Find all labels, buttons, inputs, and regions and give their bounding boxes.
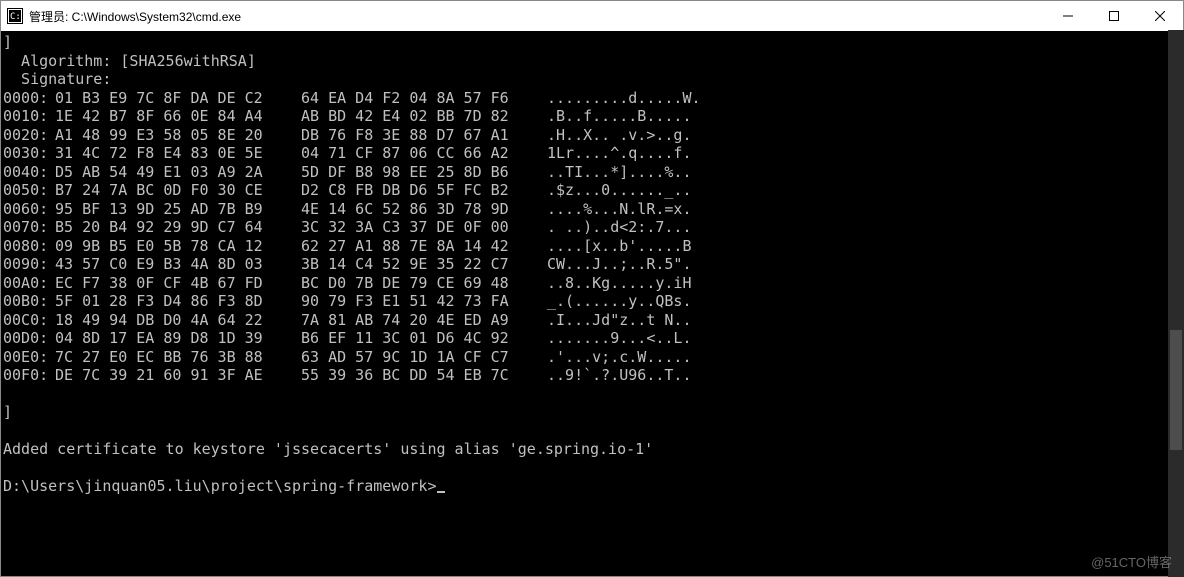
terminal-line: 0050:B7 24 7A BC 0D F0 30 CED2 C8 FB DB …: [3, 181, 1183, 200]
terminal-line: 00D0:04 8D 17 EA 89 D8 1D 39B6 EF 11 3C …: [3, 329, 1183, 348]
terminal-line: 0000:01 B3 E9 7C 8F DA DE C264 EA D4 F2 …: [3, 89, 1183, 108]
window-title: 管理员: C:\Windows\System32\cmd.exe: [29, 8, 241, 25]
terminal-line: 00B0:5F 01 28 F3 D4 86 F3 8D90 79 F3 E1 …: [3, 292, 1183, 311]
terminal-line: 0040:D5 AB 54 49 E1 03 A9 2A5D DF B8 98 …: [3, 163, 1183, 182]
terminal-output[interactable]: ] Algorithm: [SHA256withRSA] Signature:0…: [1, 31, 1183, 576]
terminal-line: 0060:95 BF 13 9D 25 AD 7B B94E 14 6C 52 …: [3, 200, 1183, 219]
terminal-line: ]: [3, 33, 1183, 52]
terminal-line: 00F0:DE 7C 39 21 60 91 3F AE55 39 36 BC …: [3, 366, 1183, 385]
scrollbar-thumb[interactable]: [1170, 330, 1182, 450]
terminal-line: Algorithm: [SHA256withRSA]: [3, 52, 1183, 71]
cursor: [437, 491, 445, 493]
terminal-line: 00E0:7C 27 E0 EC BB 76 3B 8863 AD 57 9C …: [3, 348, 1183, 367]
terminal-line: ]: [3, 403, 1183, 422]
vertical-scrollbar[interactable]: [1168, 30, 1184, 577]
window-controls: [1045, 1, 1183, 31]
terminal-line: [3, 422, 1183, 441]
terminal-line: [3, 385, 1183, 404]
svg-text:C:: C:: [10, 12, 21, 22]
maximize-button[interactable]: [1091, 1, 1137, 31]
terminal-line: 0030:31 4C 72 F8 E4 83 0E 5E04 71 CF 87 …: [3, 144, 1183, 163]
terminal-line: Signature:: [3, 70, 1183, 89]
terminal-line: 0070:B5 20 B4 92 29 9D C7 643C 32 3A C3 …: [3, 218, 1183, 237]
terminal-line: 0080:09 9B B5 E0 5B 78 CA 1262 27 A1 88 …: [3, 237, 1183, 256]
terminal-line: 0020:A1 48 99 E3 58 05 8E 20DB 76 F8 3E …: [3, 126, 1183, 145]
cmd-window: C: 管理员: C:\Windows\System32\cmd.exe ] Al…: [0, 0, 1184, 577]
cmd-icon: C:: [7, 8, 23, 24]
prompt-line: D:\Users\jinquan05.liu\project\spring-fr…: [3, 477, 1183, 496]
terminal-line: 00C0:18 49 94 DB D0 4A 64 227A 81 AB 74 …: [3, 311, 1183, 330]
close-button[interactable]: [1137, 1, 1183, 31]
terminal-line: Added certificate to keystore 'jssecacer…: [3, 440, 1183, 459]
terminal-line: [3, 459, 1183, 478]
minimize-button[interactable]: [1045, 1, 1091, 31]
terminal-line: 0010:1E 42 B7 8F 66 0E 84 A4AB BD 42 E4 …: [3, 107, 1183, 126]
watermark: @51CTO博客: [1091, 552, 1172, 571]
terminal-line: 0090:43 57 C0 E9 B3 4A 8D 033B 14 C4 52 …: [3, 255, 1183, 274]
terminal-line: 00A0:EC F7 38 0F CF 4B 67 FDBC D0 7B DE …: [3, 274, 1183, 293]
scrollbar-track[interactable]: [1168, 30, 1184, 577]
titlebar[interactable]: C: 管理员: C:\Windows\System32\cmd.exe: [1, 1, 1183, 31]
